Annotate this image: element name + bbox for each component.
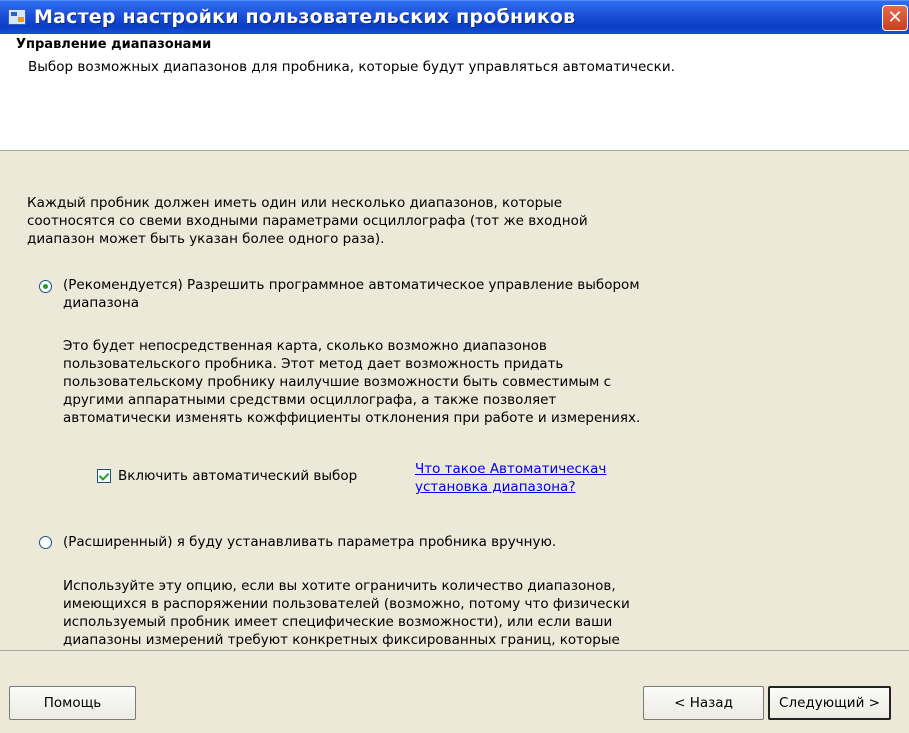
close-icon: ✕ <box>887 7 903 28</box>
wizard-app-icon <box>8 9 26 25</box>
intro-line: Каждый пробник должен иметь один или нес… <box>27 195 563 211</box>
radio-label-line: диапазона <box>63 295 140 311</box>
page-title: Управление диапазонами <box>16 37 212 52</box>
advanced-description: Используйте эту опцию, если вы хотите ог… <box>63 577 630 649</box>
desc-line: имеющихся в распоряжении пользователей (… <box>63 596 630 612</box>
title-bar: Мастер настройки пользовательских пробни… <box>0 0 909 34</box>
page-subtitle: Выбор возможных диапазонов для пробника,… <box>28 59 675 75</box>
intro-text: Каждый пробник должен иметь один или нес… <box>27 194 588 248</box>
next-button[interactable]: Следующий > <box>768 686 891 720</box>
window-title: Мастер настройки пользовательских пробни… <box>34 6 576 28</box>
desc-line: пользовательского пробника. Этот метод д… <box>63 356 564 372</box>
desc-line: используемый пробник имеет специфические… <box>63 614 613 630</box>
desc-line: автоматически изменять кожффициенты откл… <box>63 410 641 426</box>
radio-advanced[interactable] <box>39 536 52 549</box>
radio-advanced-label[interactable]: (Расширенный) я буду устанавливать парам… <box>63 533 556 551</box>
link-line: установка диапазона? <box>415 479 576 495</box>
desc-line: пользовательскому пробнику наилучшие воз… <box>63 374 612 390</box>
auto-range-help-link[interactable]: Что такое Автоматическач установка диапа… <box>415 460 606 496</box>
back-button[interactable]: < Назад <box>643 686 764 720</box>
link-line: Что такое Автоматическач <box>415 461 607 477</box>
desc-line: Используйте эту опцию, если вы хотите ог… <box>63 578 616 594</box>
radio-recommended-label[interactable]: (Рекомендуется) Разрешить программное ав… <box>63 276 640 312</box>
desc-line: диапазоны измерений требуют конкретных ф… <box>63 632 620 648</box>
desc-line: другими аппаратными средствми осциллогра… <box>63 392 557 408</box>
close-button[interactable]: ✕ <box>882 5 908 31</box>
desc-line: Это будет непосредственная карта, скольк… <box>63 338 547 354</box>
help-button[interactable]: Помощь <box>9 686 136 720</box>
radio-recommended[interactable] <box>39 280 52 293</box>
radio-label-line: (Рекомендуется) Разрешить программное ав… <box>63 277 640 293</box>
auto-select-checkbox[interactable] <box>97 469 111 483</box>
auto-select-label[interactable]: Включить автоматический выбор <box>118 467 357 485</box>
intro-line: соотносятся со свеми входными параметрам… <box>27 213 588 229</box>
recommended-description: Это будет непосредственная карта, скольк… <box>63 337 640 427</box>
intro-line: диапазон может быть указан более одного … <box>27 231 385 247</box>
